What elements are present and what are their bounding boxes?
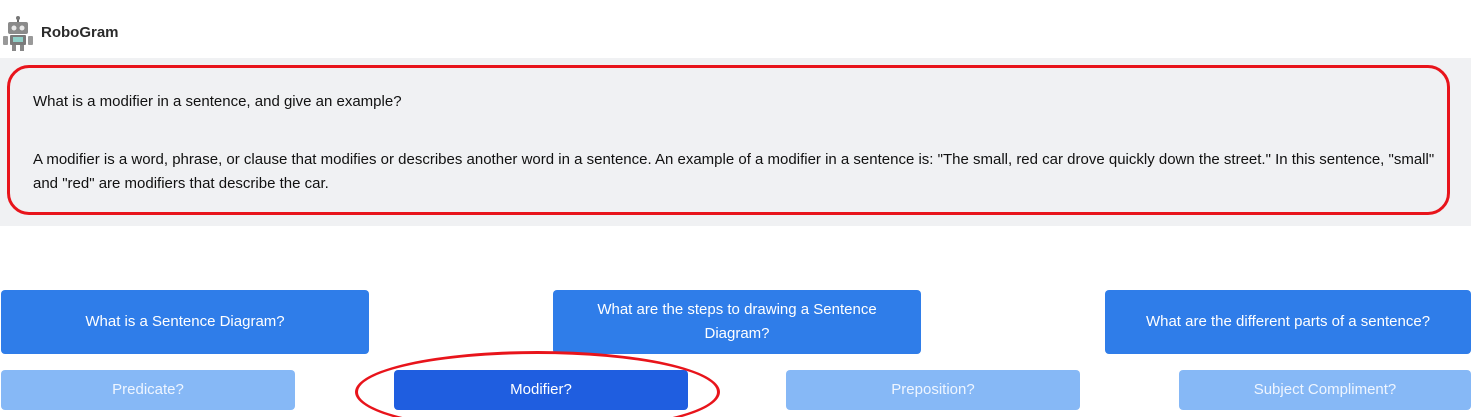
chat-page: RoboGram What is a modifier in a sentenc… <box>0 0 1471 417</box>
suggestion-button-predicate[interactable]: Predicate? <box>1 370 295 410</box>
suggestion-button-sentence-diagram[interactable]: What is a Sentence Diagram? <box>1 290 369 354</box>
suggestion-button-subject-compliment[interactable]: Subject Compliment? <box>1179 370 1471 410</box>
annotation-highlight-box <box>7 65 1450 215</box>
suggestion-button-sentence-parts[interactable]: What are the different parts of a senten… <box>1105 290 1471 354</box>
suggestion-button-preposition[interactable]: Preposition? <box>786 370 1080 410</box>
robot-icon <box>2 16 34 52</box>
suggestion-button-diagram-steps[interactable]: What are the steps to drawing a Sentence… <box>553 290 921 354</box>
suggestion-button-modifier[interactable]: Modifier? <box>394 370 688 410</box>
app-title: RoboGram <box>41 24 119 41</box>
